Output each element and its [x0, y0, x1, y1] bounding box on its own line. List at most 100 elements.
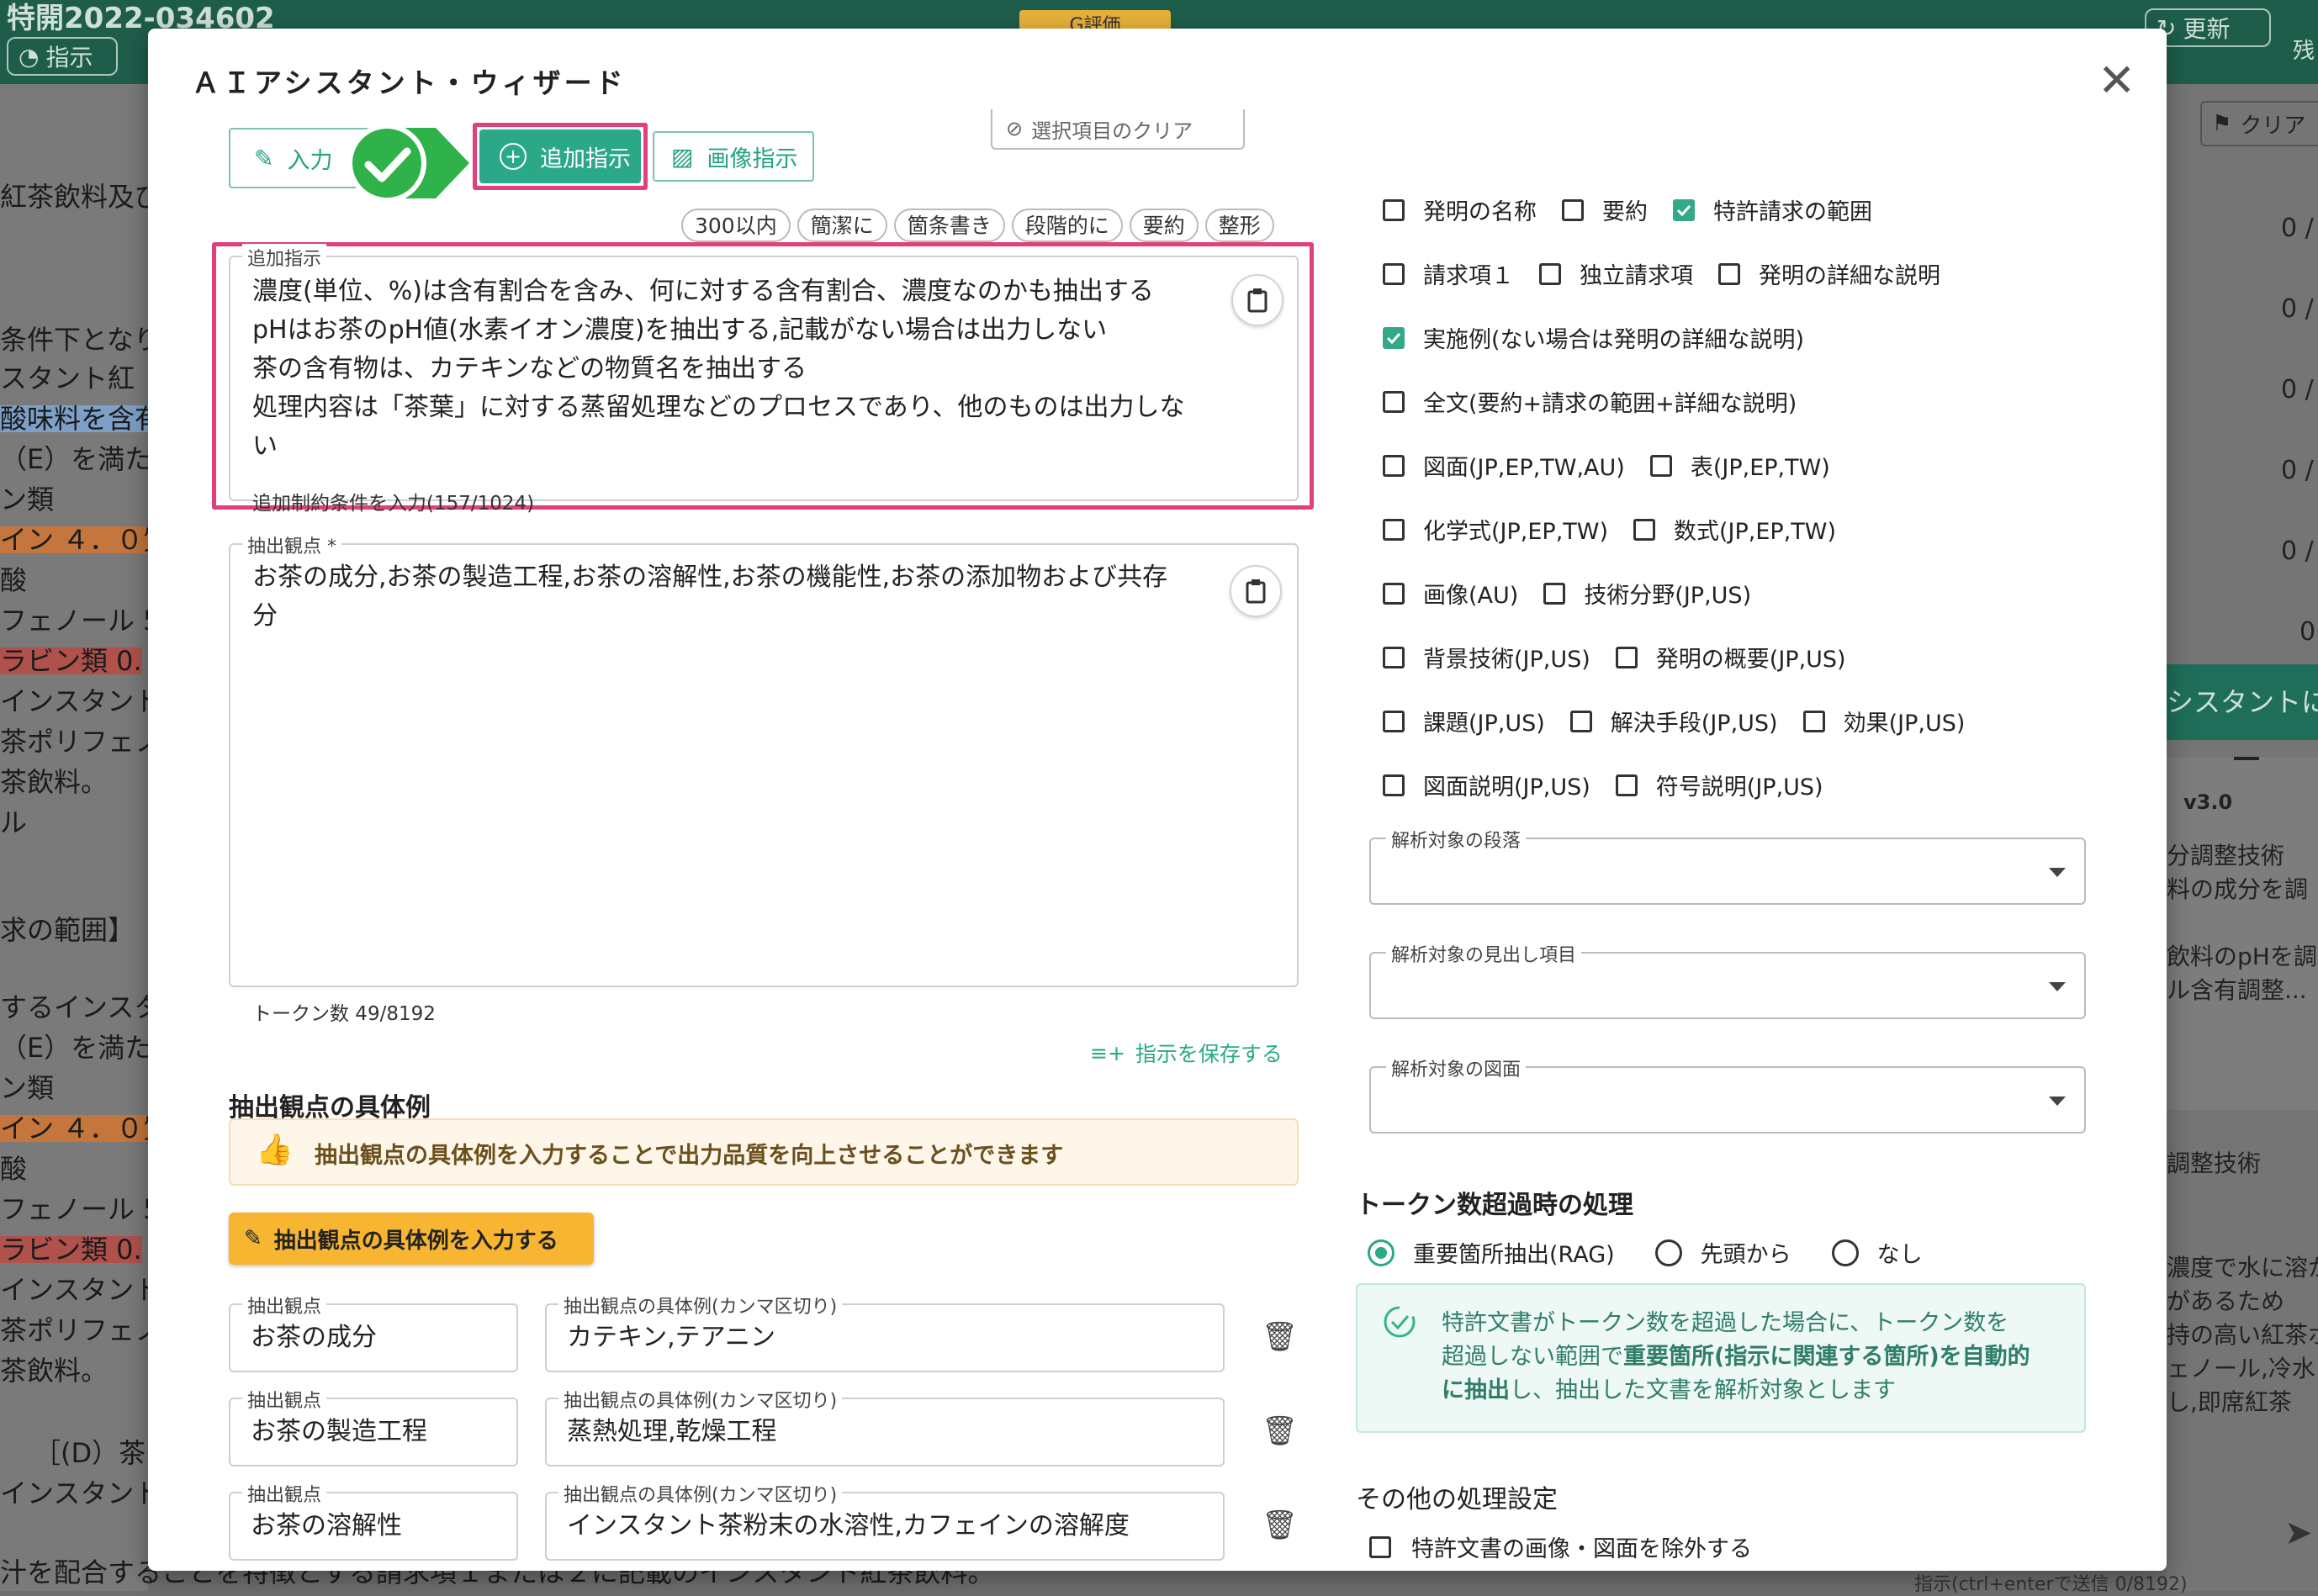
checkbox[interactable] — [1633, 518, 1656, 541]
radio[interactable] — [1831, 1239, 1859, 1266]
checkbox-checked[interactable] — [1673, 198, 1695, 221]
example-input[interactable]: 抽出観点の具体例(カンマ区切り) インスタント茶粉末の水溶性,カフェインの溶解度 — [545, 1480, 1225, 1561]
example-input[interactable]: 抽出観点の具体例(カンマ区切り) 蒸熱処理,乾燥工程 — [545, 1386, 1225, 1467]
checkbox[interactable] — [1383, 390, 1405, 413]
chip-stepwise[interactable]: 段階的に — [1011, 209, 1123, 242]
checkbox-drawings[interactable]: 図面(JP,EP,TW,AU) — [1383, 449, 1625, 482]
instruct-button[interactable]: ◔ 指示 — [7, 37, 118, 76]
clipboard-icon[interactable] — [1230, 565, 1282, 617]
checkbox-solution[interactable]: 解決手段(JP,US) — [1569, 705, 1778, 737]
checkbox-effect[interactable]: 効果(JP,US) — [1802, 705, 1965, 737]
close-icon[interactable]: ✕ — [2098, 54, 2135, 107]
checkbox-examples[interactable]: 実施例(ない場合は発明の詳細な説明) — [1383, 321, 1804, 354]
chip-bullets[interactable]: 箇条書き — [893, 209, 1005, 242]
checkbox-technical-field[interactable]: 技術分野(JP,US) — [1543, 577, 1751, 610]
perspective-input[interactable]: 抽出観点 お茶の溶解性 — [229, 1480, 518, 1561]
block-icon: ⊘ — [1006, 117, 1024, 140]
pencil-icon: ✎ — [254, 144, 274, 172]
doc-line: 求の範囲】 — [0, 914, 135, 946]
checkbox[interactable] — [1383, 198, 1405, 221]
save-instruction-button[interactable]: ≡+ 指示を保存する — [1090, 1038, 1283, 1068]
checkbox[interactable] — [1539, 262, 1561, 285]
drag-handle-icon[interactable] — [2234, 757, 2259, 760]
radio-selected[interactable] — [1368, 1239, 1395, 1266]
checkbox[interactable] — [1383, 454, 1405, 477]
tab-additional-instruction[interactable]: + 追加指示 — [479, 129, 641, 183]
checkbox-abstract[interactable]: 要約 — [1562, 193, 1648, 226]
g-eval-badge: G評価 — [1019, 10, 1171, 36]
trash-icon[interactable]: 🗑 — [1262, 1509, 1298, 1542]
trash-icon[interactable]: 🗑 — [1262, 1320, 1298, 1354]
image-add-icon: ▨ — [671, 142, 694, 171]
doc-line: 紅茶飲料及び — [0, 181, 148, 213]
example-input[interactable]: 抽出観点の具体例(カンマ区切り) カテキン,テアニン — [545, 1292, 1225, 1372]
checkbox-problem[interactable]: 課題(JP,US) — [1383, 705, 1545, 737]
checkbox[interactable] — [1615, 774, 1638, 796]
token-overflow-heading: トークン数超過時の処理 — [1356, 1191, 1633, 1220]
paragraph-select[interactable]: 解析対象の段落 — [1369, 826, 2086, 905]
checkbox-fulltext[interactable]: 全文(要約+請求の範囲+詳細な説明) — [1383, 385, 1797, 418]
radio-rag[interactable]: 重要箇所抽出(RAG) — [1368, 1236, 1615, 1269]
ai-assistant-wizard-dialog: ＡＩアシスタント・ウィザード ✕ ✎ 入力 + 追加指示 ▨ 画像指示 300以… — [148, 29, 2167, 1571]
checkbox-title[interactable]: 発明の名称 — [1383, 193, 1537, 226]
radio-none[interactable]: なし — [1831, 1236, 1923, 1269]
trash-icon[interactable]: 🗑 — [1262, 1414, 1298, 1448]
checkbox-row: 発明の名称 要約 特許請求の範囲 — [1383, 193, 1872, 226]
checkbox[interactable] — [1562, 198, 1584, 221]
checkbox-tables[interactable]: 表(JP,EP,TW) — [1649, 449, 1830, 482]
checkbox-reference-signs[interactable]: 符号説明(JP,US) — [1615, 769, 1823, 801]
radio[interactable] — [1654, 1239, 1682, 1266]
chip-format[interactable]: 整形 — [1204, 209, 1274, 242]
checkbox[interactable] — [1383, 710, 1405, 732]
checkbox-claims[interactable]: 特許請求の範囲 — [1673, 193, 1872, 226]
checkbox[interactable] — [1369, 1535, 1391, 1558]
doc-line: ル — [0, 806, 28, 838]
checkbox-detailed-description[interactable]: 発明の詳細な説明 — [1718, 257, 1940, 290]
doc-line: （E）を満た — [0, 443, 148, 475]
chip-300[interactable]: 300以内 — [681, 209, 791, 242]
checkbox[interactable] — [1383, 582, 1405, 605]
perspective-input[interactable]: 抽出観点 お茶の成分 — [229, 1292, 518, 1372]
additional-instruction-field[interactable]: 追加指示 濃度(単位、%)は含有割合を含み、何に対する含有割合、濃度なのかも抽出… — [229, 244, 1299, 501]
figure-select[interactable]: 解析対象の図面 — [1369, 1054, 2086, 1134]
chat-hint: 指示(ctrl+enterで送信 0/8192) — [1914, 1574, 2188, 1595]
checkbox-image[interactable]: 画像(AU) — [1383, 577, 1518, 610]
checkbox-drawing-description[interactable]: 図面説明(JP,US) — [1383, 769, 1590, 801]
checkbox[interactable] — [1802, 710, 1825, 732]
checkbox[interactable] — [1383, 774, 1405, 796]
checkbox[interactable] — [1718, 262, 1740, 285]
checkbox[interactable] — [1615, 646, 1638, 669]
checkbox[interactable] — [1383, 518, 1405, 541]
chip-summary[interactable]: 要約 — [1129, 209, 1199, 242]
checkbox-background[interactable]: 背景技術(JP,US) — [1383, 641, 1590, 674]
checkbox-chemical[interactable]: 化学式(JP,EP,TW) — [1383, 513, 1608, 546]
checkbox-summary[interactable]: 発明の概要(JP,US) — [1615, 641, 1846, 674]
clipboard-icon[interactable] — [1231, 274, 1283, 326]
tab-image-instruction[interactable]: ▨ 画像指示 — [653, 131, 814, 182]
checkbox-math[interactable]: 数式(JP,EP,TW) — [1633, 513, 1836, 546]
checkbox[interactable] — [1649, 454, 1672, 477]
counter: 0 / — [2281, 536, 2314, 566]
checkbox[interactable] — [1383, 646, 1405, 669]
clear-selection-button[interactable]: ⊘ 選択項目のクリア — [991, 109, 1245, 150]
doc-line: ン類 — [0, 1072, 55, 1104]
token-count: トークン数 49/8192 — [252, 1003, 436, 1025]
radio-from-head[interactable]: 先頭から — [1654, 1236, 1791, 1269]
checkbox-row: 実施例(ない場合は発明の詳細な説明) — [1383, 321, 1804, 354]
checkbox-independent-claims[interactable]: 独立請求項 — [1539, 257, 1693, 290]
perspective-input[interactable]: 抽出観点 お茶の製造工程 — [229, 1386, 518, 1467]
chip-concise[interactable]: 簡潔に — [796, 209, 887, 242]
checkbox-exclude-images[interactable]: 特許文書の画像・図面を除外する — [1369, 1530, 1752, 1563]
heading-items-select[interactable]: 解析対象の見出し項目 — [1369, 940, 2086, 1019]
checkbox[interactable] — [1543, 582, 1566, 605]
checkbox[interactable] — [1569, 710, 1592, 732]
checkbox-checked[interactable] — [1383, 326, 1405, 349]
clear-button[interactable]: ⚑ クリア — [2200, 101, 2318, 146]
add-examples-button[interactable]: ✎ 抽出観点の具体例を入力する — [229, 1213, 594, 1265]
checkbox-claim1[interactable]: 請求項１ — [1383, 257, 1514, 290]
extraction-perspective-field[interactable]: 抽出観点 * お茶の成分,お茶の製造工程,お茶の溶解性,お茶の機能性,お茶の添加… — [229, 531, 1299, 987]
counter: 0 / — [2281, 456, 2314, 485]
check-circle-icon — [1384, 1306, 1416, 1338]
send-icon[interactable]: ➤ — [2284, 1514, 2313, 1552]
checkbox[interactable] — [1383, 262, 1405, 285]
